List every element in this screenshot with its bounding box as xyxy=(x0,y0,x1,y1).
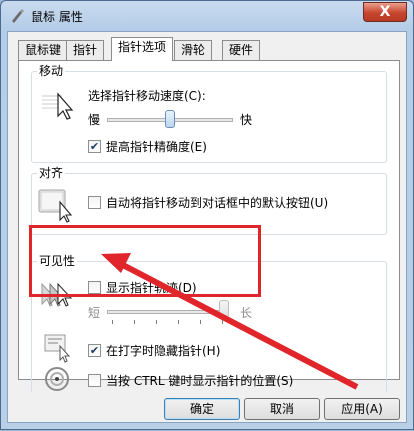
annotation-arrow xyxy=(101,253,359,390)
tab-pointer-options[interactable]: 指针选项 xyxy=(111,37,174,61)
mouse-properties-dialog: 鼠标 属性 X 鼠标键 指针 指针选项 滑轮 硬件 移动 选择指针移动速度(C)… xyxy=(0,0,414,430)
